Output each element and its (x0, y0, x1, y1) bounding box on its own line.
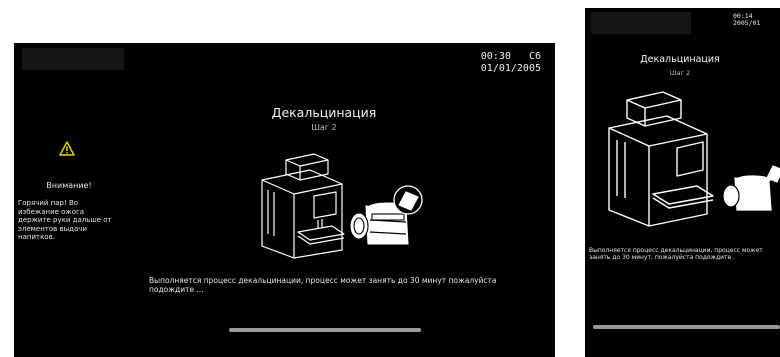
status-code: C6 (528, 51, 541, 62)
time-text: 00:30 (480, 51, 511, 62)
coffee-machine-illustration (261, 153, 423, 259)
warning-text: Горячий пар! Во избежание ожога держите … (18, 199, 112, 242)
secondary-screen: 00:14 2005/01 Декальцинация Шаг 2 Выполн… (585, 8, 780, 357)
side-header-logo-area (591, 12, 691, 34)
warning-title: Внимание! (46, 181, 92, 190)
side-step-label: Шаг 2 (669, 69, 691, 77)
step-label: Шаг 2 (311, 123, 337, 132)
side-clock-display: 00:14 2005/01 (733, 12, 761, 28)
warning-triangle-icon (59, 141, 75, 156)
main-screen: 00:30 C6 01/01/2005 Декальцинация Шаг 2 … (14, 43, 555, 357)
process-message: Выполняется процесс декальцинации, проце… (149, 276, 497, 295)
clock-display: 00:30 C6 01/01/2005 (481, 51, 541, 74)
side-process-message: Выполняется процесс декальцинации, проце… (589, 247, 763, 262)
header-logo-area (22, 48, 124, 70)
side-page-title: Декальцинация (640, 54, 720, 65)
date-text: 01/01/2005 (480, 62, 541, 74)
page-title: Декальцинация (271, 105, 377, 120)
progress-bar (229, 328, 421, 332)
side-progress-bar (593, 325, 780, 329)
side-progress-fill (593, 325, 780, 329)
progress-fill (229, 328, 421, 332)
side-date-text: 2005/01 (733, 19, 761, 28)
side-coffee-machine-illustration (608, 91, 780, 227)
